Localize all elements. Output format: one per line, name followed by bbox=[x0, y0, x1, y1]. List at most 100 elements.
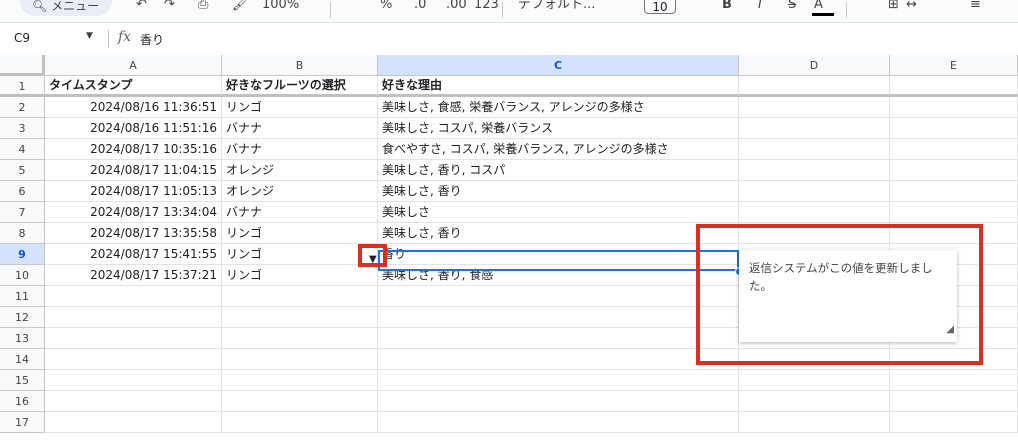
cell-a1[interactable]: タイムスタンプ bbox=[45, 76, 222, 97]
cell-e9[interactable] bbox=[890, 244, 1018, 265]
cell-a6[interactable]: 2024/08/17 11:05:13 bbox=[45, 181, 222, 202]
row-header-12[interactable]: 12 bbox=[0, 307, 45, 328]
cell-d13[interactable] bbox=[739, 328, 890, 349]
row-header-2[interactable]: 2 bbox=[0, 97, 45, 118]
row-header-10[interactable]: 10 bbox=[0, 265, 45, 286]
cell-a10[interactable]: 2024/08/17 15:37:21 bbox=[45, 265, 222, 286]
name-box[interactable]: C9 bbox=[14, 31, 30, 45]
cell-e15[interactable] bbox=[890, 370, 1018, 391]
font-select[interactable]: デフォルト... bbox=[518, 0, 595, 16]
cell-d6[interactable] bbox=[739, 181, 890, 202]
decrease-decimal-button[interactable]: .0 bbox=[414, 0, 426, 16]
cell-a12[interactable] bbox=[45, 307, 222, 328]
cell-e10[interactable] bbox=[890, 265, 1018, 286]
cell-d14[interactable] bbox=[739, 349, 890, 370]
cell-c6[interactable]: 美味しさ, 香り bbox=[378, 181, 739, 202]
row-header-13[interactable]: 13 bbox=[0, 328, 45, 349]
row-header-14[interactable]: 14 bbox=[0, 349, 45, 370]
cell-b8[interactable]: リンゴ bbox=[222, 223, 378, 244]
row-header-9[interactable]: 9 bbox=[0, 244, 45, 265]
row-header-8[interactable]: 8 bbox=[0, 223, 45, 244]
cell-e2[interactable] bbox=[890, 97, 1018, 118]
cell-c13[interactable] bbox=[378, 328, 739, 349]
zoom-select[interactable]: 100% bbox=[262, 0, 299, 16]
number-format-button[interactable]: 123 bbox=[474, 0, 499, 16]
cell-c5[interactable]: 美味しさ, 香り, コスパ bbox=[378, 160, 739, 181]
undo-icon[interactable]: ↶ bbox=[136, 0, 147, 16]
column-header-c[interactable]: C bbox=[378, 55, 739, 76]
cell-e7[interactable] bbox=[890, 202, 1018, 223]
formula-input[interactable]: 香り bbox=[140, 31, 164, 48]
cell-e5[interactable] bbox=[890, 160, 1018, 181]
cell-e11[interactable] bbox=[890, 286, 1018, 307]
cell-b2[interactable]: リンゴ bbox=[222, 97, 378, 118]
cell-d11[interactable] bbox=[739, 286, 890, 307]
cell-c2[interactable]: 美味しさ, 食感, 栄養バランス, アレンジの多様さ bbox=[378, 97, 739, 118]
row-header-3[interactable]: 3 bbox=[0, 118, 45, 139]
cell-d2[interactable] bbox=[739, 97, 890, 118]
cell-e3[interactable] bbox=[890, 118, 1018, 139]
cell-a14[interactable] bbox=[45, 349, 222, 370]
cell-c3[interactable]: 美味しさ, コスパ, 栄養バランス bbox=[378, 118, 739, 139]
bold-button[interactable]: B bbox=[722, 0, 732, 16]
cell-e14[interactable] bbox=[890, 349, 1018, 370]
cell-e16[interactable] bbox=[890, 391, 1018, 412]
cell-d1[interactable] bbox=[739, 76, 890, 97]
cell-b1[interactable]: 好きなフルーツの選択 bbox=[222, 76, 378, 97]
cell-a15[interactable] bbox=[45, 370, 222, 391]
cell-b12[interactable] bbox=[222, 307, 378, 328]
cell-e1[interactable] bbox=[890, 76, 1018, 97]
paint-format-icon[interactable]: 🖌︎ bbox=[232, 0, 249, 16]
cell-b13[interactable] bbox=[222, 328, 378, 349]
cell-d15[interactable] bbox=[739, 370, 890, 391]
cell-c14[interactable] bbox=[378, 349, 739, 370]
row-header-17[interactable]: 17 bbox=[0, 412, 45, 433]
column-header-d[interactable]: D bbox=[739, 55, 890, 76]
cell-d3[interactable] bbox=[739, 118, 890, 139]
cell-c17[interactable] bbox=[378, 412, 739, 433]
cell-b7[interactable]: バナナ bbox=[222, 202, 378, 223]
cell-b5[interactable]: オレンジ bbox=[222, 160, 378, 181]
cell-d5[interactable] bbox=[739, 160, 890, 181]
cell-c4[interactable]: 食べやすさ, コスパ, 栄養バランス, アレンジの多様さ bbox=[378, 139, 739, 160]
cell-a17[interactable] bbox=[45, 412, 222, 433]
cell-e4[interactable] bbox=[890, 139, 1018, 160]
cell-b16[interactable] bbox=[222, 391, 378, 412]
cell-a11[interactable] bbox=[45, 286, 222, 307]
cell-d4[interactable] bbox=[739, 139, 890, 160]
row-header-16[interactable]: 16 bbox=[0, 391, 45, 412]
cell-b10[interactable]: リンゴ bbox=[222, 265, 378, 286]
cell-d7[interactable] bbox=[739, 202, 890, 223]
cell-c16[interactable] bbox=[378, 391, 739, 412]
cell-b4[interactable]: バナナ bbox=[222, 139, 378, 160]
cell-d8[interactable] bbox=[739, 223, 890, 244]
cell-b15[interactable] bbox=[222, 370, 378, 391]
search-menus-button[interactable]: 🔍︎ メニュー bbox=[20, 0, 112, 16]
cell-a2[interactable]: 2024/08/16 11:36:51 bbox=[45, 97, 222, 118]
cell-c15[interactable] bbox=[378, 370, 739, 391]
cell-d16[interactable] bbox=[739, 391, 890, 412]
cell-e13[interactable] bbox=[890, 328, 1018, 349]
cell-c12[interactable] bbox=[378, 307, 739, 328]
row-header-6[interactable]: 6 bbox=[0, 181, 45, 202]
cell-b11[interactable] bbox=[222, 286, 378, 307]
merge-cells-icon[interactable]: ↔ bbox=[906, 0, 917, 16]
cell-d12[interactable] bbox=[739, 307, 890, 328]
borders-icon[interactable]: ⊞ bbox=[888, 0, 899, 16]
select-all-corner[interactable] bbox=[0, 55, 45, 76]
cell-e17[interactable] bbox=[890, 412, 1018, 433]
cell-a5[interactable]: 2024/08/17 11:04:15 bbox=[45, 160, 222, 181]
font-size-input[interactable]: 10 bbox=[644, 0, 676, 14]
cell-d9[interactable] bbox=[739, 244, 890, 265]
row-header-11[interactable]: 11 bbox=[0, 286, 45, 307]
cell-e12[interactable] bbox=[890, 307, 1018, 328]
fill-handle[interactable] bbox=[735, 267, 744, 276]
chevron-down-icon[interactable]: ▼ bbox=[86, 31, 93, 41]
cell-b6[interactable]: オレンジ bbox=[222, 181, 378, 202]
cell-a8[interactable]: 2024/08/17 13:35:58 bbox=[45, 223, 222, 244]
cell-c11[interactable] bbox=[378, 286, 739, 307]
row-header-15[interactable]: 15 bbox=[0, 370, 45, 391]
cell-e8[interactable] bbox=[890, 223, 1018, 244]
cell-c8[interactable]: 美味しさ, 香り bbox=[378, 223, 739, 244]
row-header-1[interactable]: 1 bbox=[0, 76, 45, 97]
